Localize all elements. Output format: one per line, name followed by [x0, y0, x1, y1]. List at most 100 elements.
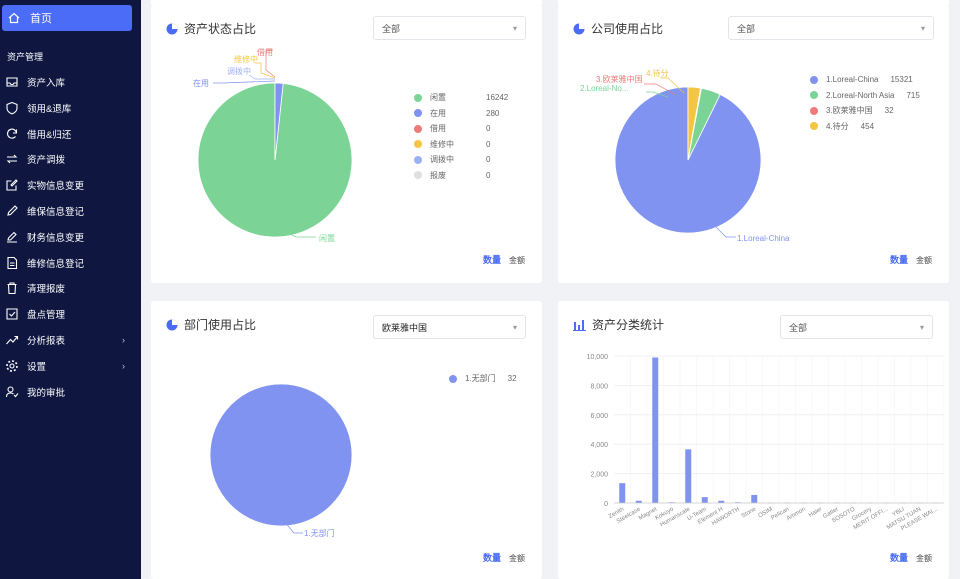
legend-item[interactable]: 维修中 0 [414, 137, 508, 153]
legend-label: 闲置 [430, 93, 446, 103]
sidebar-item-label: 财务信息变更 [27, 232, 85, 244]
sidebar-item-label: 盘点管理 [27, 310, 66, 322]
sidebar-item-label: 领用&退库 [27, 103, 72, 115]
callout-label: 1.无部门 [304, 528, 335, 538]
inbox-icon [5, 75, 19, 89]
legend-value: 0 [486, 170, 491, 180]
department-pie-chart: 1.无部门 [209, 383, 353, 538]
sidebar-item-label: 维保信息登记 [27, 207, 85, 218]
legend-item[interactable]: 报废 0 [414, 168, 508, 184]
legend-marker [810, 75, 818, 84]
refresh-icon [5, 127, 19, 141]
legend-marker [810, 122, 818, 131]
x-tick-label: Ammon [786, 507, 807, 523]
legend-item[interactable]: 调拨中 0 [414, 152, 508, 168]
legend-marker [810, 106, 818, 115]
sidebar-item[interactable]: 清理报废 [5, 277, 135, 299]
callout-label: 借用 [257, 47, 273, 57]
bar[interactable] [685, 449, 692, 503]
legend-value: 0 [486, 124, 491, 134]
home-icon [8, 12, 20, 24]
company-legend: 1.Loreal-China 15321 2.Loreal-North Asia 71… [810, 72, 920, 134]
legend-item[interactable]: 2.Loreal-North Asia 715 [810, 88, 920, 104]
tab-quantity[interactable]: 数量 [483, 551, 501, 564]
sidebar-item[interactable]: 资产调拨 [5, 148, 135, 170]
legend-label: 4.待分 [826, 121, 849, 131]
y-tick-label: 10,000 [587, 354, 609, 361]
legend-item[interactable]: 闲置 16242 [414, 90, 508, 106]
category-bar-chart: 02,0004,0006,0008,00010,000ZenithSteelca… [587, 354, 945, 532]
tab-quantity[interactable]: 数量 [483, 253, 501, 266]
callout-line [255, 62, 276, 79]
sidebar-item[interactable]: 设置 › [5, 355, 135, 377]
card-department-usage: 部门使用占比 欧莱雅中国 ▾ 1.无部门 1.无部门 32 数量 金额 [151, 301, 542, 579]
callout-label: 调拨中 [227, 66, 251, 76]
legend-marker [414, 109, 422, 118]
pie-slice[interactable] [209, 383, 353, 527]
sidebar-item[interactable]: 维修信息登记 [5, 252, 135, 274]
legend-item[interactable]: 在用 280 [414, 106, 508, 122]
y-tick-label: 4,000 [590, 442, 608, 449]
tab-amount[interactable]: 金额 [916, 553, 932, 564]
company-pie-chart: 4.待分 3.欧莱雅中国 2.Loreal-No... 1.Loreal-Chi… [580, 68, 790, 243]
legend-item[interactable]: 4.待分 454 [810, 119, 920, 135]
legend-label: 在用 [430, 108, 446, 118]
sidebar-item[interactable]: 盘点管理 [5, 303, 135, 325]
tab-quantity[interactable]: 数量 [890, 551, 908, 564]
nav-home[interactable]: 首页 [2, 5, 132, 31]
legend-item[interactable]: 1.Loreal-China 15321 [810, 72, 920, 88]
tab-amount[interactable]: 金额 [509, 553, 525, 564]
main-content: 资产状态占比 全部 ▾ 借用 维修中 调拨中 在用 闲置 闲置 16242 在用 280… [141, 0, 960, 579]
legend-item[interactable]: 1.无部门 32 [449, 371, 517, 387]
sidebar-item[interactable]: 维保信息登记 [5, 200, 135, 222]
legend-label: 调拨中 [430, 155, 454, 165]
legend-label: 2.Loreal-North Asia [826, 90, 895, 100]
x-tick-label: Stone [741, 506, 758, 519]
pencil-icon [5, 230, 19, 244]
sidebar-item[interactable]: 借用&归还 [5, 123, 135, 145]
sidebar-item[interactable]: 领用&退库 [5, 97, 135, 119]
legend-item[interactable]: 3.欧莱雅中国 32 [810, 103, 920, 119]
callout-label: 闲置 [319, 234, 335, 243]
tab-quantity[interactable]: 数量 [890, 253, 908, 266]
sidebar-item-label: 实物信息变更 [27, 181, 85, 193]
card-asset-status: 资产状态占比 全部 ▾ 借用 维修中 调拨中 在用 闲置 闲置 16242 在用 280… [151, 5, 542, 283]
document-icon [5, 256, 19, 270]
edit-icon [5, 178, 19, 192]
legend-value: 16242 [486, 93, 509, 103]
sidebar-item[interactable]: 分析报表 › [5, 329, 135, 351]
bar[interactable] [619, 483, 626, 503]
y-tick-label: 0 [604, 501, 608, 508]
legend-item[interactable]: 借用 0 [414, 121, 508, 137]
sidebar-item-label: 资产调拨 [27, 155, 66, 167]
sidebar-item[interactable]: 我的审批 [5, 381, 135, 403]
status-tabs: 数量 金额 [483, 253, 525, 266]
legend-value: 280 [486, 108, 500, 118]
bar[interactable] [701, 497, 708, 503]
callout-label: 2.Loreal-No... [580, 84, 628, 93]
sidebar-item[interactable]: 实物信息变更 [5, 174, 135, 196]
nav-home-label: 首页 [30, 13, 52, 25]
sidebar-item[interactable]: 资产入库 [5, 71, 135, 93]
tab-amount[interactable]: 金额 [509, 255, 525, 266]
trash-icon [5, 281, 19, 295]
legend-label: 报废 [430, 170, 446, 180]
legend-marker [414, 124, 422, 133]
shield-icon [5, 101, 19, 115]
bar[interactable] [652, 357, 659, 503]
sidebar-item-label: 资产入库 [27, 78, 66, 89]
status-legend: 闲置 16242 在用 280 借用 0 维修中 0 调拨中 0 报废 0 [414, 90, 508, 183]
callout-label: 4.待分 [646, 68, 669, 78]
tab-amount[interactable]: 金额 [916, 255, 932, 266]
card-company-usage: 公司使用占比 全部 ▾ 4.待分 3.欧莱雅中国 2.Loreal-No... 1… [558, 5, 949, 283]
bar[interactable] [751, 494, 758, 503]
legend-value: 715 [906, 90, 920, 100]
sidebar-item-label: 借用&归还 [27, 129, 72, 141]
sidebar-item[interactable]: 财务信息变更 [5, 226, 135, 248]
swap-icon [5, 152, 19, 166]
chevron-right-icon: › [122, 335, 125, 345]
gear-icon [5, 359, 19, 373]
y-tick-label: 6,000 [590, 413, 608, 420]
department-legend: 1.无部门 32 [449, 371, 517, 387]
legend-value: 0 [486, 155, 491, 165]
